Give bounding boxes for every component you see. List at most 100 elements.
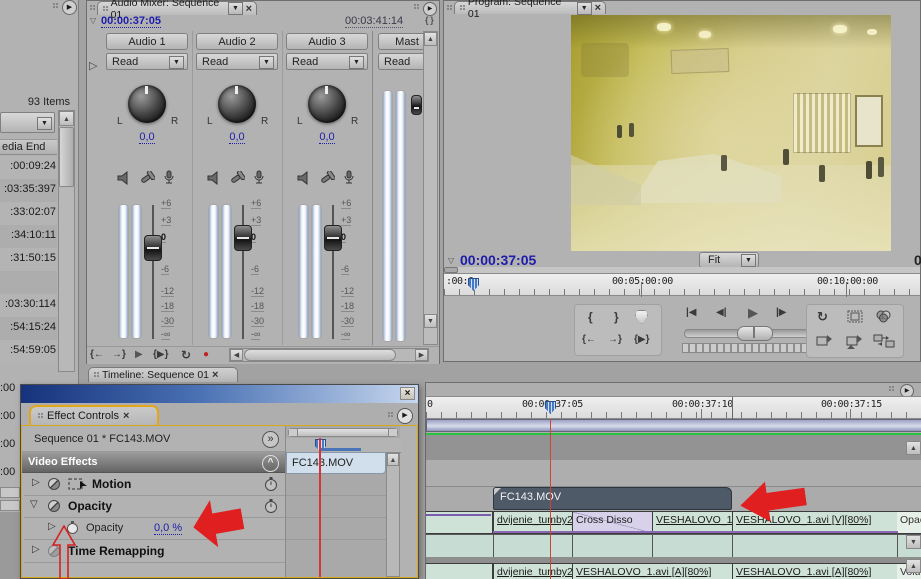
track-name-button[interactable]: Audio 1: [106, 33, 188, 50]
scroll-down-icon[interactable]: ▼: [906, 535, 921, 549]
chevron-down-icon[interactable]: ▼: [349, 56, 364, 69]
opacity-rubber-band[interactable]: [426, 514, 491, 516]
mute-speaker-icon[interactable]: [207, 171, 222, 188]
play-icon[interactable]: ▶: [748, 305, 758, 321]
scroll-left-icon[interactable]: ◀: [230, 349, 243, 361]
goto-previous-icon[interactable]: |◀: [686, 307, 697, 318]
scrollbar-thumb[interactable]: [59, 127, 74, 187]
ec-panel-menu-button[interactable]: ▶: [397, 408, 413, 424]
fader-track[interactable]: [152, 205, 154, 339]
pan-knob[interactable]: [128, 85, 166, 123]
solo-horn-icon[interactable]: [319, 171, 335, 188]
chevron-down-icon[interactable]: ▼: [259, 56, 274, 69]
timeline-clip-empty[interactable]: [426, 563, 493, 579]
collapse-triangle-icon[interactable]: ▽: [30, 499, 38, 510]
close-icon[interactable]: ×: [212, 370, 218, 380]
scroll-right-icon[interactable]: ▶: [415, 349, 428, 361]
pan-value[interactable]: 0,0: [105, 131, 189, 143]
goto-out-icon[interactable]: →}: [112, 349, 126, 360]
goto-in-icon[interactable]: {←: [582, 334, 596, 345]
loop-icon[interactable]: ↻: [181, 348, 191, 362]
stopwatch-icon[interactable]: [264, 476, 278, 495]
tab-audio-mixer[interactable]: Audio Mixer: Sequence 01 ▼ ×: [97, 1, 257, 15]
panel-grip-dots[interactable]: [89, 4, 95, 12]
solo-horn-icon[interactable]: [229, 171, 245, 188]
close-icon[interactable]: ×: [123, 411, 129, 421]
table-row[interactable]: :33:02:07: [0, 202, 57, 225]
video1-keyframe-lane[interactable]: [426, 534, 921, 557]
table-row[interactable]: :54:59:05: [0, 340, 57, 363]
trim-icon[interactable]: [873, 333, 895, 352]
output-settings-icon[interactable]: [875, 309, 892, 326]
mixer-scrollbar[interactable]: ▲ ▼: [423, 31, 438, 345]
mixer-panel-menu-button[interactable]: ▶: [423, 2, 437, 16]
tab-timeline[interactable]: Timeline: Sequence 01 ×: [88, 367, 238, 382]
pan-value[interactable]: 0,0: [195, 131, 279, 143]
automation-mode-select[interactable]: Read: [378, 53, 423, 70]
close-icon[interactable]: ×: [246, 4, 252, 14]
panel-grip-dots[interactable]: [446, 4, 452, 12]
track-name-button[interactable]: Audio 3: [286, 33, 368, 50]
timeline-clip[interactable]: dvijenie_tumby2: [493, 563, 573, 579]
panel-grip-dots[interactable]: [387, 411, 393, 419]
pan-knob[interactable]: [308, 85, 346, 123]
table-row[interactable]: :00:09:24: [0, 156, 57, 179]
stopwatch-icon[interactable]: [264, 498, 278, 517]
volume-fader-handle[interactable]: [144, 235, 162, 261]
track-name-button[interactable]: Mast: [378, 33, 423, 50]
expand-triangle-icon[interactable]: ▷: [89, 59, 97, 72]
close-icon[interactable]: ×: [595, 3, 601, 13]
scroll-up-icon[interactable]: ▲: [906, 559, 921, 573]
show-hide-effects-button[interactable]: »: [262, 431, 279, 448]
project-column-header[interactable]: edia End: [0, 139, 57, 155]
scroll-up-icon[interactable]: ▲: [424, 32, 437, 46]
table-row[interactable]: :31:50:15: [0, 248, 57, 271]
chevron-down-icon[interactable]: ▼: [577, 2, 592, 15]
shuttle-handle[interactable]: [737, 326, 773, 341]
panel-grip-dots[interactable]: [52, 2, 58, 10]
chevron-down-icon[interactable]: ▼: [228, 2, 242, 15]
play-in-out-icon[interactable]: {▶}: [634, 334, 649, 345]
table-row[interactable]: :03:35:397: [0, 179, 57, 202]
solo-horn-icon[interactable]: [139, 171, 155, 188]
work-area-bar[interactable]: [426, 419, 921, 432]
set-in-icon[interactable]: {: [588, 310, 593, 324]
shuttle-slider[interactable]: [684, 329, 822, 338]
scroll-down-icon[interactable]: ▼: [424, 314, 437, 328]
ec-zoom-bar[interactable]: [288, 428, 398, 437]
table-row[interactable]: [0, 271, 57, 294]
record-enable-mic-icon[interactable]: [343, 170, 355, 189]
panel-grip-dots[interactable]: [888, 385, 894, 393]
play-icon[interactable]: ▶: [135, 349, 143, 360]
ec-clip-header[interactable]: FC143.MOV: [286, 452, 386, 474]
mute-speaker-icon[interactable]: [297, 171, 312, 188]
scroll-up-icon[interactable]: ▲: [387, 453, 399, 466]
timeline-clip[interactable]: VESHALOVO_1.avi [A][80%]: [572, 563, 733, 579]
ec-row-opacity-group[interactable]: ▽ Opacity: [22, 496, 285, 518]
master-fader-handle[interactable]: [411, 95, 422, 115]
step-forward-icon[interactable]: |▶: [776, 307, 787, 318]
timeline-ruler[interactable]: 0 00:00:37:05 00:00:37:10 00:00:37:15: [426, 396, 921, 419]
project-scrollbar[interactable]: ▲: [58, 110, 75, 372]
tab-effect-controls[interactable]: Effect Controls ×: [29, 405, 159, 425]
expand-triangle-icon[interactable]: ▷: [32, 544, 40, 555]
collapse-section-button[interactable]: ^: [262, 455, 279, 472]
video1-track[interactable]: dvijenie_tumby2 Cross Disso VESHALOVO_1.…: [426, 511, 921, 534]
empty-video-track[interactable]: [426, 460, 921, 487]
table-row[interactable]: :00: [0, 466, 20, 478]
tab-program-monitor[interactable]: Program: Sequence 01 ▼ ×: [454, 1, 606, 14]
volume-fader-handle[interactable]: [234, 225, 252, 251]
record-enable-mic-icon[interactable]: [253, 170, 265, 189]
goto-out-icon[interactable]: →}: [608, 334, 622, 345]
table-row[interactable]: :00: [0, 382, 20, 394]
ec-scrollbar[interactable]: ▲: [386, 452, 400, 577]
panel-grip-dots[interactable]: [413, 3, 419, 11]
ec-row-motion[interactable]: ▷ Motion: [22, 473, 285, 496]
table-row[interactable]: :34:10:11: [0, 225, 57, 248]
zoom-bar-handle[interactable]: [289, 429, 298, 436]
zoom-bar-handle[interactable]: [388, 429, 397, 436]
safe-margins-icon[interactable]: [847, 310, 863, 326]
project-filter-dropdown[interactable]: ▼: [0, 112, 55, 133]
pan-value[interactable]: 0,0: [285, 131, 369, 143]
mixer-hscrollbar[interactable]: ◀ ▶: [229, 348, 429, 362]
